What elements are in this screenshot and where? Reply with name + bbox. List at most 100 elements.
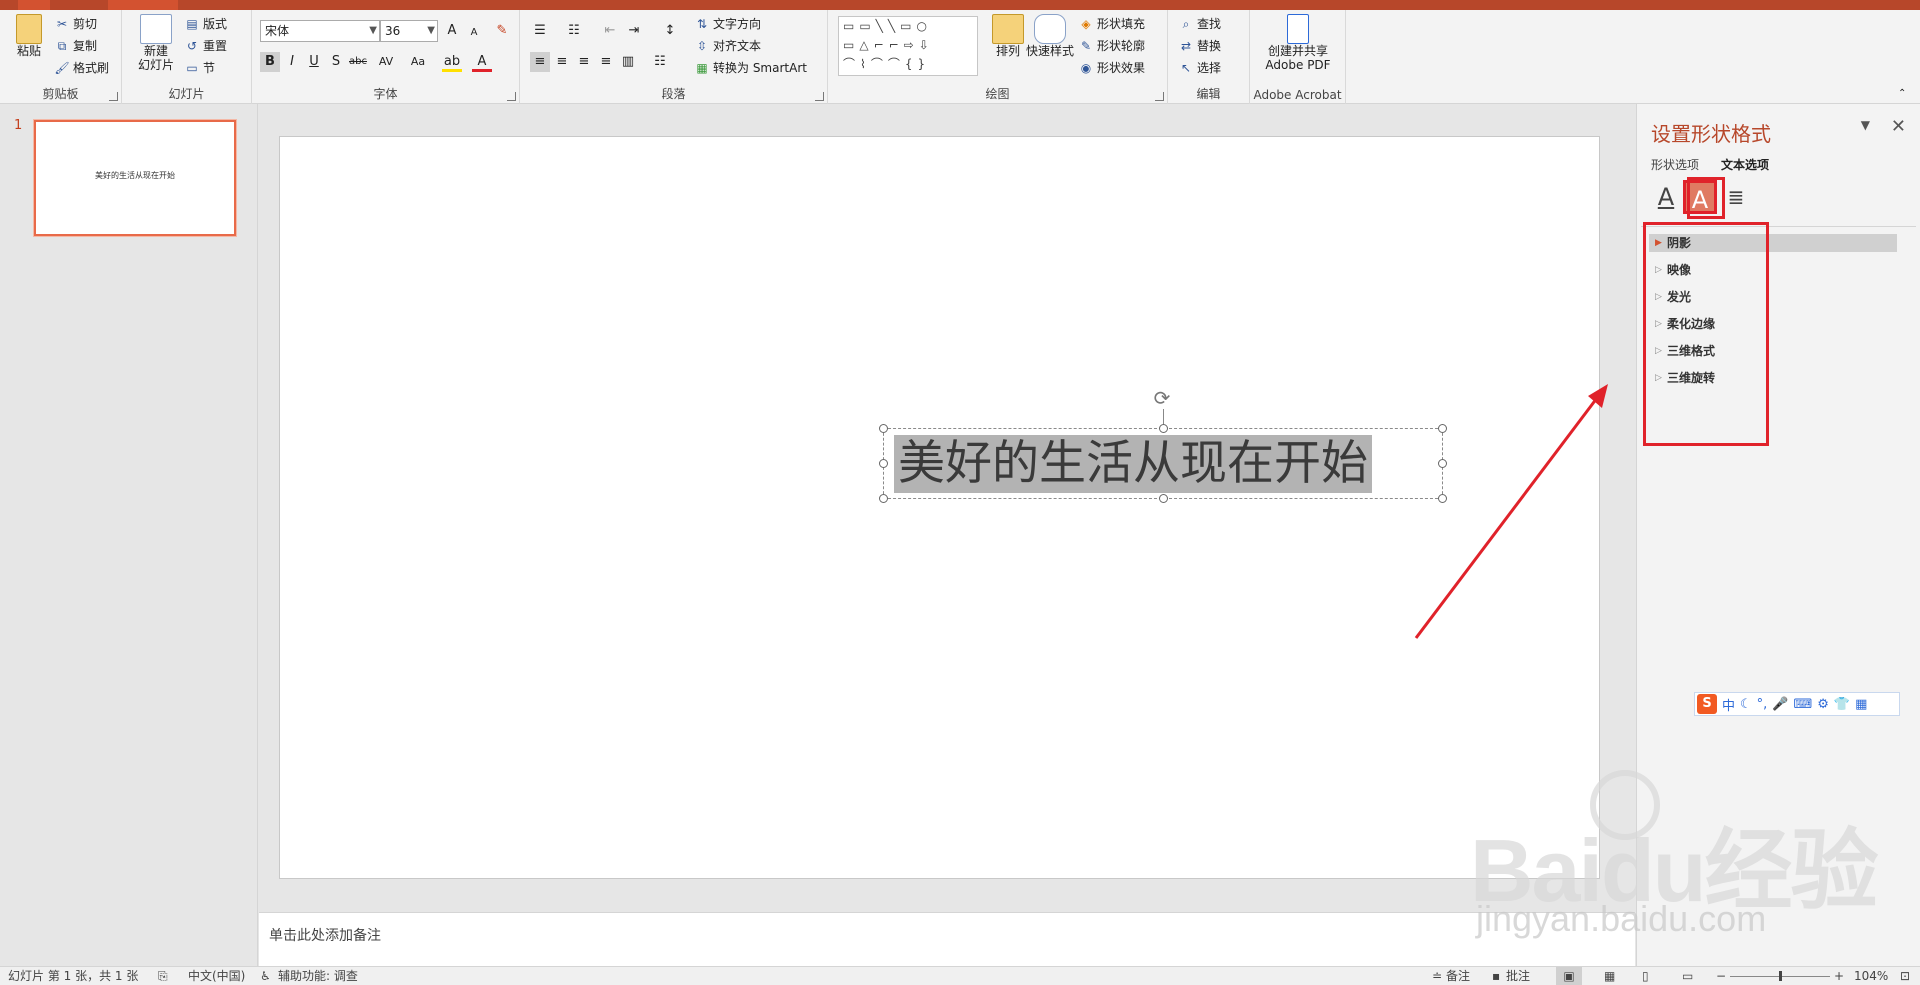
- shape-fill-button[interactable]: ◈ 形状填充: [1078, 16, 1145, 32]
- clear-format-icon[interactable]: ✎: [492, 21, 512, 41]
- resize-handle[interactable]: [1159, 424, 1168, 433]
- skin-icon[interactable]: 👕: [1834, 697, 1850, 712]
- normal-view-icon[interactable]: ▣: [1556, 967, 1582, 985]
- pane-options-icon[interactable]: ▼: [1861, 118, 1870, 132]
- reading-view-icon[interactable]: ▯: [1642, 967, 1649, 985]
- text-shadow-button[interactable]: S: [326, 52, 346, 72]
- zoom-out-icon[interactable]: −: [1716, 967, 1726, 985]
- zoom-thumb[interactable]: [1779, 971, 1782, 981]
- keyboard-icon[interactable]: ⌨: [1794, 697, 1813, 712]
- strikethrough-button[interactable]: abc: [348, 52, 368, 72]
- comments-icon: ▪: [1492, 969, 1501, 983]
- font-launcher[interactable]: [507, 92, 516, 101]
- underline-button[interactable]: U: [304, 52, 324, 72]
- settings-icon[interactable]: ⚙: [1817, 697, 1829, 712]
- justify-icon[interactable]: ≡: [596, 52, 616, 72]
- quick-styles-button[interactable]: 快速样式: [1022, 14, 1078, 58]
- paste-button[interactable]: 粘贴: [12, 14, 46, 58]
- collapse-ribbon-icon[interactable]: ⌃: [1898, 86, 1906, 102]
- slide-title-text[interactable]: 美好的生活从现在开始: [894, 435, 1372, 493]
- align-text-button[interactable]: ⇳ 对齐文本: [694, 38, 761, 54]
- layout-button[interactable]: ▤ 版式: [184, 16, 227, 32]
- new-slide-icon: [140, 14, 172, 44]
- tab-shape-options[interactable]: 形状选项: [1651, 156, 1699, 173]
- italic-button[interactable]: I: [282, 52, 302, 72]
- numbering-icon[interactable]: ☷: [564, 21, 584, 41]
- slideshow-icon[interactable]: ▭: [1682, 967, 1693, 985]
- resize-handle[interactable]: [1159, 494, 1168, 503]
- select-button[interactable]: ↖ 选择: [1178, 60, 1221, 76]
- align-left-icon[interactable]: ≡: [530, 52, 550, 72]
- notes-pane[interactable]: 单击此处添加备注: [259, 912, 1635, 966]
- copy-label: 复制: [73, 39, 98, 53]
- resize-handle[interactable]: [879, 459, 888, 468]
- clipboard-launcher[interactable]: [109, 92, 118, 101]
- zoom-in-icon[interactable]: +: [1834, 967, 1844, 985]
- paragraph-launcher[interactable]: [815, 92, 824, 101]
- accessibility-status[interactable]: 辅助功能: 调查: [278, 967, 358, 985]
- char-spacing-button[interactable]: AV: [372, 52, 400, 72]
- notes-toggle[interactable]: 备注: [1446, 967, 1470, 985]
- create-pdf-button[interactable]: 创建并共享 Adobe PDF: [1252, 14, 1344, 72]
- distributed-icon[interactable]: ▥: [618, 52, 638, 72]
- spellcheck-icon[interactable]: ⎘: [158, 967, 168, 985]
- line-spacing-icon[interactable]: ↕: [660, 21, 680, 41]
- cut-button[interactable]: ✂ 剪切: [54, 16, 97, 32]
- align-right-icon[interactable]: ≡: [574, 52, 594, 72]
- replace-button[interactable]: ⇄ 替换: [1178, 38, 1221, 54]
- font-name-combo[interactable]: 宋体 ▼: [260, 20, 380, 42]
- microphone-icon[interactable]: 🎤: [1772, 697, 1788, 712]
- font-size-combo[interactable]: 36 ▼: [380, 20, 438, 42]
- bullets-icon[interactable]: ☰: [530, 21, 550, 41]
- copy-button[interactable]: ⧉ 复制: [54, 38, 97, 54]
- shrink-font-button[interactable]: A: [464, 23, 484, 43]
- grow-font-button[interactable]: A: [442, 21, 462, 41]
- drawing-launcher[interactable]: [1155, 92, 1164, 101]
- new-slide-button[interactable]: 新建 幻灯片: [134, 14, 178, 72]
- resize-handle[interactable]: [879, 494, 888, 503]
- comments-toggle[interactable]: 批注: [1506, 967, 1530, 985]
- close-icon[interactable]: ✕: [1891, 116, 1906, 137]
- grid-icon[interactable]: ▦: [1855, 697, 1867, 712]
- rotate-handle-icon[interactable]: ⟳: [1151, 387, 1173, 409]
- slide-thumbnail[interactable]: 美好的生活从现在开始: [33, 119, 237, 237]
- tab-text-options[interactable]: 文本选项: [1721, 156, 1769, 173]
- accessibility-icon: ♿: [260, 969, 271, 983]
- smartart-button[interactable]: ▦ 转换为 SmartArt: [694, 60, 807, 76]
- decrease-indent-icon[interactable]: ⇤: [600, 21, 620, 41]
- zoom-level[interactable]: 104%: [1854, 967, 1888, 985]
- bold-button[interactable]: B: [260, 52, 280, 72]
- align-center-icon[interactable]: ≡: [552, 52, 572, 72]
- text-fill-icon[interactable]: A: [1649, 180, 1683, 214]
- annotation-arrow: [1414, 384, 1608, 639]
- moon-icon[interactable]: ☾: [1740, 697, 1752, 712]
- shape-outline-button[interactable]: ✎ 形状轮廓: [1078, 38, 1145, 54]
- ime-mode[interactable]: 中: [1722, 695, 1735, 714]
- cursor-icon: ↖: [1180, 61, 1192, 75]
- effects-icon: ◉: [1080, 61, 1092, 75]
- text-direction-label: 文字方向: [713, 17, 762, 31]
- text-box[interactable]: ⟳ 美好的生活从现在开始: [879, 387, 1447, 503]
- format-painter-button[interactable]: 🖌 格式刷: [54, 60, 109, 76]
- resize-handle[interactable]: [879, 424, 888, 433]
- columns-icon[interactable]: ☷: [650, 52, 670, 72]
- increase-indent-icon[interactable]: ⇥: [624, 21, 644, 41]
- find-button[interactable]: ⌕ 查找: [1178, 16, 1221, 32]
- editing-group-label: 编辑: [1196, 87, 1221, 101]
- paste-icon: [16, 14, 42, 44]
- shape-effects-button[interactable]: ◉ 形状效果: [1078, 60, 1145, 76]
- reset-icon: ↺: [186, 39, 198, 53]
- language-status[interactable]: 中文(中国): [188, 967, 245, 985]
- slide-thumbnail-pane: 1 美好的生活从现在开始: [0, 104, 258, 966]
- shapes-gallery[interactable]: ▭▭╲╲▭○ ▭△⌐⌐⇨⇩ ⌒⌇⌒⌒{}: [838, 16, 978, 76]
- highlight-color-icon[interactable]: ab: [442, 52, 462, 72]
- reset-button[interactable]: ↺ 重置: [184, 38, 227, 54]
- ime-toolbar[interactable]: S 中 ☾ °, 🎤 ⌨ ⚙ 👕 ▦: [1694, 692, 1900, 716]
- section-button[interactable]: ▭ 节: [184, 60, 215, 76]
- font-color-icon[interactable]: A: [472, 52, 492, 72]
- change-case-button[interactable]: Aa: [404, 52, 432, 72]
- text-direction-button[interactable]: ⇅ 文字方向: [694, 16, 761, 32]
- punctuation-icon[interactable]: °,: [1757, 697, 1768, 712]
- fit-slide-icon[interactable]: ⊡: [1900, 967, 1910, 985]
- slide-sorter-icon[interactable]: ▦: [1604, 967, 1615, 985]
